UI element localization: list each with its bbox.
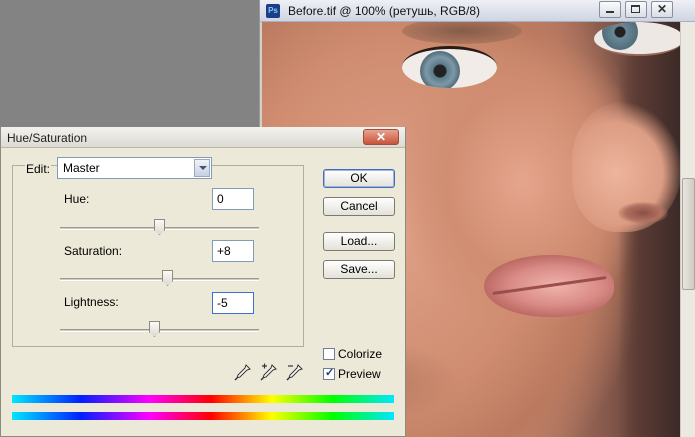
image-iris-far	[602, 22, 638, 50]
eyedropper-icon[interactable]	[234, 363, 252, 381]
eyedropper-minus-icon[interactable]	[286, 363, 304, 381]
maximize-button[interactable]	[625, 1, 647, 18]
load-button[interactable]: Load...	[323, 232, 395, 251]
hue-label: Hue:	[64, 192, 90, 206]
save-button[interactable]: Save...	[323, 260, 395, 279]
photoshop-file-icon: Ps	[266, 4, 280, 18]
image-eye	[402, 46, 497, 88]
edit-select[interactable]: Master	[57, 157, 212, 179]
dialog-title: Hue/Saturation	[7, 131, 88, 145]
lightness-input[interactable]: -5	[212, 292, 254, 314]
image-eye-far	[594, 22, 680, 56]
lightness-label: Lightness:	[64, 295, 119, 309]
checkmark-icon: ✓	[325, 367, 335, 379]
scrollbar-thumb[interactable]	[682, 178, 695, 290]
close-document-button[interactable]: ✕	[651, 1, 673, 18]
dialog-close-button[interactable]: ✕	[363, 129, 399, 145]
input-hue-bar	[12, 395, 394, 403]
saturation-label: Saturation:	[64, 244, 123, 258]
eyedropper-plus-icon[interactable]	[260, 363, 278, 381]
ok-button[interactable]: OK	[323, 169, 395, 188]
colorize-label[interactable]: Colorize	[338, 347, 382, 361]
dialog-titlebar[interactable]: Hue/Saturation ✕	[1, 127, 405, 148]
minimize-button[interactable]	[599, 1, 621, 18]
preview-label[interactable]: Preview	[338, 367, 381, 381]
saturation-input[interactable]: +8	[212, 240, 254, 262]
hue-input[interactable]: 0	[212, 188, 254, 210]
close-icon: ✕	[375, 130, 387, 144]
image-eyebrow	[402, 22, 522, 44]
output-hue-bar	[12, 412, 394, 420]
image-iris	[420, 51, 460, 88]
hue-saturation-dialog: Hue/Saturation ✕ Edit: Master Hue: 0 Sat…	[0, 127, 406, 437]
close-icon: ✕	[656, 2, 668, 16]
vertical-scrollbar[interactable]	[680, 22, 695, 437]
document-title: Before.tif @ 100% (ретушь, RGB/8)	[288, 4, 481, 18]
document-titlebar[interactable]: Ps Before.tif @ 100% (ретушь, RGB/8) ✕	[260, 0, 695, 22]
maximize-icon	[631, 5, 640, 13]
colorize-checkbox[interactable]	[323, 348, 335, 360]
edit-selected-value: Master	[63, 161, 100, 175]
preview-checkbox[interactable]: ✓	[323, 367, 335, 380]
chevron-down-icon	[199, 166, 207, 170]
saturation-slider-track[interactable]	[60, 278, 259, 281]
image-nostril	[618, 202, 668, 224]
adjustments-group	[12, 165, 304, 347]
dropdown-arrow-button[interactable]	[194, 159, 210, 177]
cancel-button[interactable]: Cancel	[323, 197, 395, 216]
edit-label: Edit:	[25, 162, 52, 176]
minimize-icon	[606, 11, 614, 13]
